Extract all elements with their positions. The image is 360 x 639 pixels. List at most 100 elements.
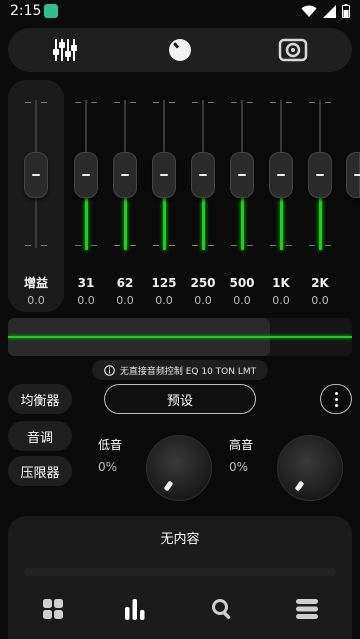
band-tick	[309, 102, 315, 103]
knob-icon	[169, 39, 191, 61]
top-tab-bar	[8, 28, 352, 72]
frequency-response-curve	[8, 318, 352, 356]
nav-grid-button[interactable]	[40, 596, 66, 622]
band-slider-knob-partial[interactable]	[346, 152, 360, 198]
band-tick	[270, 245, 276, 246]
band-frequency-label: 1K	[272, 276, 290, 290]
band-level-fill	[124, 198, 127, 250]
equalizer-button[interactable]: 均衡器	[8, 384, 72, 414]
band-tick	[130, 245, 136, 246]
band-tick	[247, 245, 253, 246]
band-tick	[153, 245, 159, 246]
more-dot-icon	[334, 391, 338, 395]
bars-icon	[125, 599, 145, 620]
band-tick	[130, 102, 136, 103]
tone-button[interactable]: 音调	[8, 421, 72, 451]
treble-value: 0%	[229, 460, 249, 474]
band-level-fill	[241, 198, 244, 250]
band-gain-value: 0.0	[311, 294, 329, 307]
band-level-fill	[85, 198, 88, 250]
gain-label: 增益	[23, 276, 48, 290]
now-playing-title: 无内容	[160, 532, 200, 547]
signal-icon	[323, 4, 336, 18]
speaker-tab[interactable]	[278, 35, 308, 65]
playback-progress-bar[interactable]	[24, 568, 336, 576]
band-gain-value: 0.0	[116, 294, 134, 307]
band-tick	[286, 102, 292, 103]
bass-value: 0%	[98, 460, 118, 474]
band-tick	[114, 102, 120, 103]
band-tick	[192, 102, 198, 103]
gain-slider-knob[interactable]	[24, 152, 48, 198]
band-level-fill	[280, 198, 283, 250]
grid-icon	[43, 599, 63, 619]
info-icon	[104, 364, 115, 376]
gain-tick	[41, 102, 47, 103]
status-bar: 2:15	[0, 0, 360, 24]
band-gain-value: 0.0	[77, 294, 95, 307]
band-frequency-label: 2K	[311, 276, 329, 290]
band-slider-knob[interactable]	[152, 152, 176, 198]
bass-label: 低音	[98, 438, 123, 452]
band-tick	[192, 245, 198, 246]
band-tick	[309, 245, 315, 246]
band-tick	[286, 245, 292, 246]
band-gain-value: 0.0	[155, 294, 173, 307]
more-options-button[interactable]	[320, 384, 352, 414]
band-slider-knob[interactable]	[308, 152, 332, 198]
bass-dial[interactable]	[146, 435, 212, 501]
band-tick	[208, 245, 214, 246]
speaker-icon	[278, 38, 308, 62]
band-tick	[91, 245, 97, 246]
band-tick	[208, 102, 214, 103]
equalizer-tab[interactable]	[50, 35, 80, 65]
band-tick	[231, 245, 237, 246]
gain-value: 0.0	[27, 294, 45, 307]
band-level-fill	[202, 198, 205, 250]
nav-equalizer-button[interactable]	[122, 596, 148, 622]
band-tick	[231, 102, 237, 103]
band-tick	[75, 245, 81, 246]
curve-line	[8, 336, 352, 338]
band-tick	[75, 102, 81, 103]
band-gain-value: 0.0	[194, 294, 212, 307]
clock: 2:15	[10, 3, 42, 19]
band-frequency-label: 125	[151, 276, 177, 290]
battery-icon	[342, 4, 350, 18]
band-tick	[270, 102, 276, 103]
band-level-fill	[163, 198, 166, 250]
treble-dial[interactable]	[277, 435, 343, 501]
band-slider-knob[interactable]	[113, 152, 137, 198]
band-slider-knob[interactable]	[74, 152, 98, 198]
band-slider-knob[interactable]	[191, 152, 215, 198]
treble-label: 高音	[229, 438, 254, 452]
nav-search-button[interactable]	[209, 596, 235, 622]
band-slider-knob[interactable]	[230, 152, 254, 198]
gain-tick	[41, 245, 47, 246]
band-tick	[247, 102, 253, 103]
nav-menu-button[interactable]	[294, 596, 320, 622]
gain-tick	[25, 245, 31, 246]
band-tick	[325, 102, 331, 103]
equalizer-icon	[53, 39, 77, 61]
preset-button[interactable]: 预设	[104, 384, 256, 414]
band-tick	[169, 245, 175, 246]
more-dot-icon	[334, 397, 338, 401]
menu-icon	[296, 599, 318, 619]
band-tick	[91, 102, 97, 103]
more-dot-icon	[334, 403, 338, 407]
bass-tab[interactable]	[165, 35, 195, 65]
wifi-icon	[301, 5, 317, 17]
dial-indicator	[163, 480, 174, 492]
band-level-fill	[319, 198, 322, 250]
limiter-button[interactable]: 压限器	[8, 456, 72, 486]
band-tick	[169, 102, 175, 103]
band-frequency-label: 250	[190, 276, 216, 290]
band-tick	[114, 245, 120, 246]
band-slider-knob[interactable]	[269, 152, 293, 198]
band-tick	[325, 245, 331, 246]
band-tick	[153, 102, 159, 103]
band-frequency-label: 500	[229, 276, 255, 290]
notice-pill[interactable]: 无直接音频控制 EQ 10 TON LMT	[92, 360, 268, 380]
notice-text: 无直接音频控制 EQ 10 TON LMT	[119, 366, 257, 377]
